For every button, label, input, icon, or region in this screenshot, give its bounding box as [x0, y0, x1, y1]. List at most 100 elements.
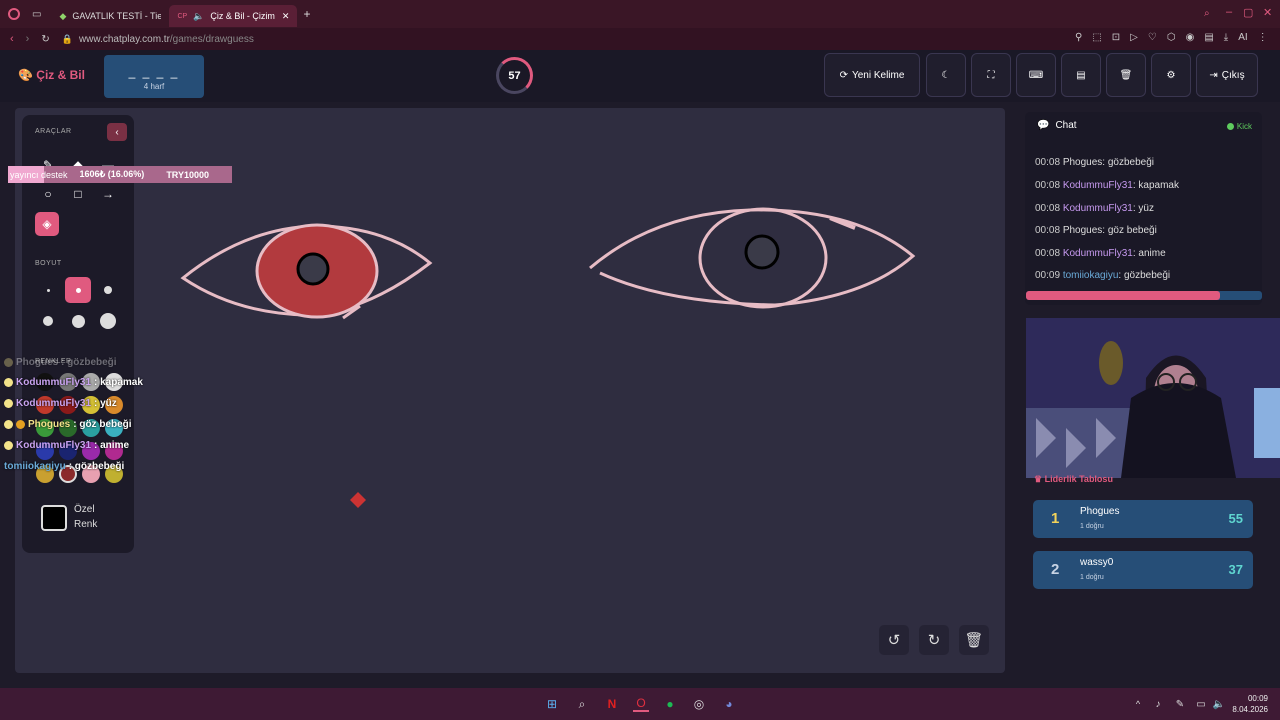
netflix-icon[interactable]: N	[604, 696, 620, 712]
overlay-user: KodummuFly31	[16, 398, 92, 409]
pen-icon[interactable]: ✎	[1172, 696, 1188, 712]
chat-message: 00:08 KodummuFly31: yüz	[1035, 203, 1154, 214]
round-timer: 57	[496, 57, 533, 94]
custom-color-swatch[interactable]	[41, 505, 67, 531]
volume-icon[interactable]: 🔈	[1211, 696, 1227, 712]
new-word-button[interactable]: ⟳ Yeni Kelime	[824, 53, 920, 97]
msg-text: : gözbebeği	[1102, 157, 1155, 168]
paint-bucket-cursor	[350, 492, 366, 508]
avatar[interactable]: ◉	[1186, 32, 1195, 43]
crown-icon: ♛	[1034, 474, 1043, 484]
msg-time: 00:08	[1035, 203, 1061, 214]
opera-taskbar-icon[interactable]: O	[633, 696, 649, 712]
fullscreen-button[interactable]: ⛶	[971, 53, 1011, 97]
opera-icon[interactable]	[8, 8, 20, 20]
size-3[interactable]	[95, 277, 121, 303]
snapshot-icon[interactable]: ⬚	[1092, 32, 1101, 43]
msg-user: KodummuFly31	[1062, 248, 1133, 259]
msg-user: KodummuFly31	[1062, 203, 1133, 214]
url-field[interactable]: www.chatplay.com.tr/games/drawguess	[79, 34, 254, 45]
menu-icon[interactable]: ⋮	[1258, 32, 1268, 43]
system-clock[interactable]: 00:09 8.04.2026	[1232, 693, 1268, 715]
size-6[interactable]	[95, 308, 121, 334]
minimize-icon[interactable]: –	[1226, 6, 1232, 18]
chat-scrollbar[interactable]	[1026, 291, 1262, 300]
badge-icon	[16, 420, 25, 429]
drawing-canvas[interactable]	[15, 108, 1005, 673]
tray-chevron-icon[interactable]: ^	[1130, 696, 1146, 712]
browser-toolbar: ⚲ ⬚ ⊡ ▷ ♡ ⬡ ◉ ▤ ⤓ AI ⋮	[1075, 32, 1268, 43]
size-5[interactable]	[65, 308, 91, 334]
undo-button[interactable]: ↺	[879, 625, 909, 655]
arrow-tool[interactable]: →	[96, 182, 120, 206]
exit-button[interactable]: ⇥ Çıkış	[1196, 53, 1258, 97]
microphone-icon[interactable]: ♪	[1150, 696, 1166, 712]
platform-status: Kick	[1226, 122, 1252, 131]
app-header: 🎨 Çiz & Bil _ _ _ _ 4 harf 57 ⟳ Yeni Keli…	[0, 50, 1280, 102]
chat-message: 00:09 tomiiokagiyu: gözbebeği	[1035, 270, 1170, 281]
chat-bubbles-icon: 💬	[1037, 120, 1050, 131]
archive-button[interactable]: ▤	[1061, 53, 1101, 97]
size-2[interactable]	[65, 277, 91, 303]
msg-user: tomiiokagiyu	[1062, 270, 1119, 281]
screenshot-icon[interactable]: ⊡	[1112, 32, 1120, 43]
search-tabs-icon[interactable]: ⌕	[1204, 8, 1210, 19]
forward-icon[interactable]: ›	[26, 33, 30, 45]
settings-button[interactable]: ⚙	[1151, 53, 1191, 97]
clear-button[interactable]: 🗑	[1106, 53, 1146, 97]
trash-icon: 🗑	[964, 632, 984, 649]
tab-islands-icon[interactable]: ▭	[32, 9, 41, 20]
gear-icon: ⚙	[1166, 69, 1176, 81]
tab-tier-list[interactable]: ◆ GAVATLIK TESTİ - Tier List	[51, 5, 169, 27]
tab-ciz-bil[interactable]: CP 🔈 Çiz & Bil - Çizim Oy ✕	[169, 5, 298, 27]
msg-text: : kapamak	[1132, 180, 1179, 191]
circle-tool[interactable]: ○	[36, 182, 60, 206]
rank: 1	[1051, 510, 1060, 527]
app-logo[interactable]: 🎨 Çiz & Bil	[18, 68, 85, 82]
pin-icon[interactable]: ⚲	[1075, 32, 1082, 43]
search-icon[interactable]: ⌕	[574, 696, 590, 712]
speaker-icon[interactable]: 🔈	[193, 11, 204, 22]
reload-icon[interactable]: ↻	[41, 34, 49, 45]
spotify-icon[interactable]: ●	[662, 696, 678, 712]
discord-icon[interactable]: ◕	[721, 696, 737, 712]
msg-time: 00:09	[1035, 270, 1061, 281]
fill-tool[interactable]: ◈	[35, 212, 59, 236]
keyboard-button[interactable]: ⌨	[1016, 53, 1056, 97]
ai-button[interactable]: AI	[1238, 32, 1247, 43]
player-sub: 1 doğru	[1080, 523, 1104, 530]
back-icon[interactable]: ‹	[10, 33, 14, 45]
badge-icon	[4, 358, 13, 367]
rectangle-tool[interactable]: □	[66, 182, 90, 206]
palette-icon: 🎨	[18, 68, 33, 82]
size-1[interactable]	[35, 277, 61, 303]
obs-icon[interactable]: ◎	[691, 696, 707, 712]
close-tab-icon[interactable]: ✕	[282, 11, 290, 22]
msg-user: Phogues	[1062, 225, 1103, 236]
windows-start-icon[interactable]: ⊞	[544, 696, 560, 712]
webcam-feed	[1026, 318, 1280, 478]
delete-drawing-button[interactable]: 🗑	[959, 625, 989, 655]
tab-label: Çiz & Bil - Çizim Oy	[210, 11, 276, 21]
screen-icon[interactable]: ▭	[1193, 696, 1209, 712]
chevron-left-icon: ‹	[115, 126, 119, 138]
logout-icon: ⇥	[1209, 69, 1218, 81]
chat-title: Chat	[1055, 120, 1077, 131]
tab-label: GAVATLIK TESTİ - Tier List	[72, 11, 162, 21]
extensions-icon[interactable]: ⬡	[1167, 32, 1176, 43]
redo-button[interactable]: ↻	[919, 625, 949, 655]
badge-icon	[4, 441, 13, 450]
wallet-icon[interactable]: ▤	[1204, 32, 1213, 43]
url-host: www.chatplay.com.tr	[78, 33, 170, 45]
collapse-panel-button[interactable]: ‹	[107, 123, 127, 141]
play-icon[interactable]: ▷	[1130, 32, 1138, 43]
dark-mode-button[interactable]: ☾	[926, 53, 966, 97]
close-window-icon[interactable]: ✕	[1263, 6, 1272, 19]
heart-icon[interactable]: ♡	[1148, 32, 1157, 43]
maximize-icon[interactable]: ▢	[1243, 6, 1253, 19]
overlay-chat-line: Phogues: göz bebeği	[4, 419, 132, 430]
badge-icon	[4, 420, 13, 429]
new-tab-button[interactable]: +	[303, 7, 310, 21]
size-4[interactable]	[35, 308, 61, 334]
download-icon[interactable]: ⤓	[1224, 32, 1228, 43]
